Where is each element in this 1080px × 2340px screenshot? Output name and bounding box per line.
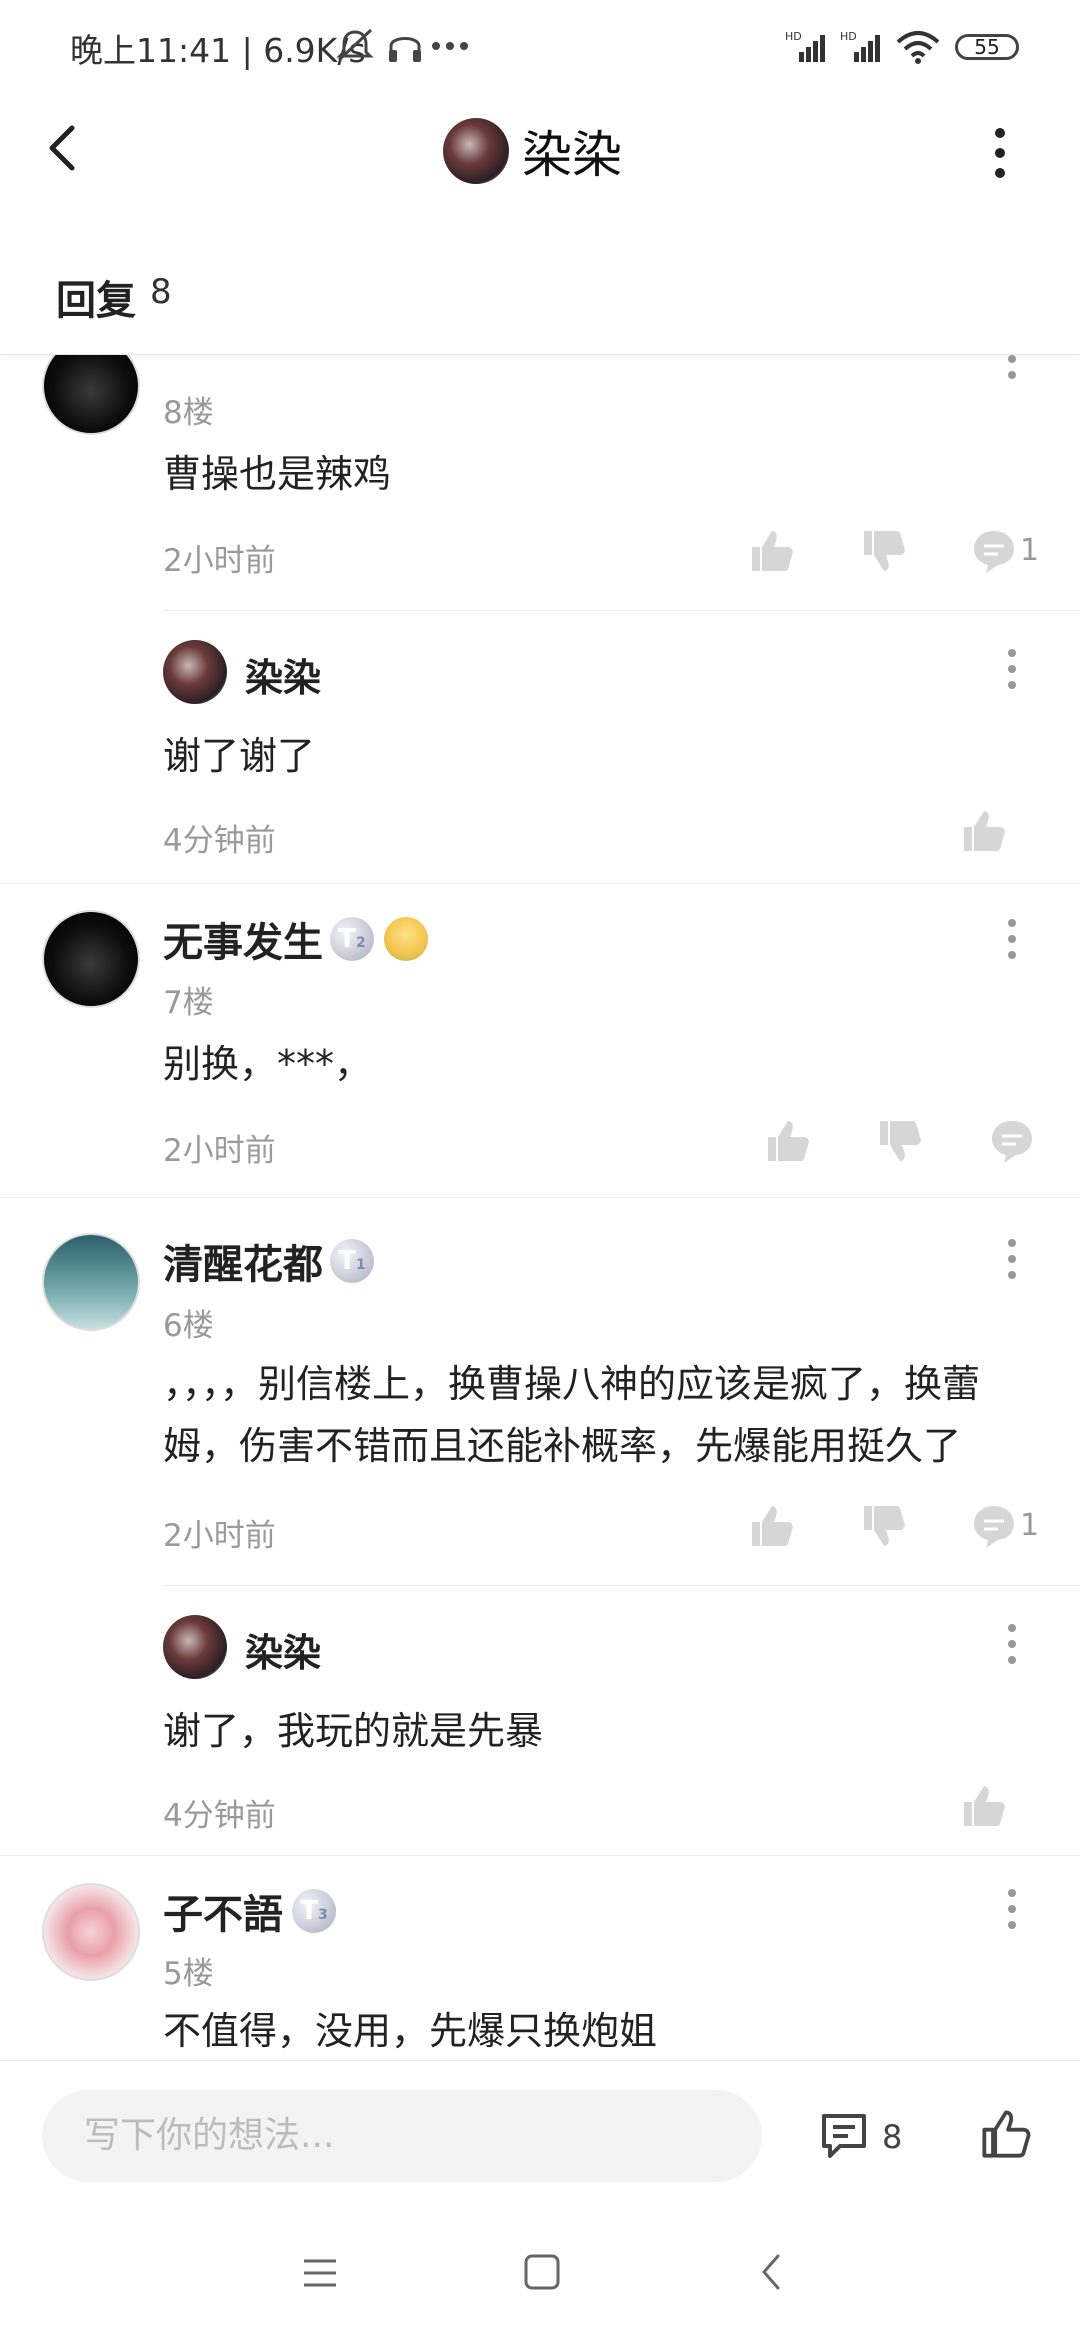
reply-count: 1 xyxy=(1020,1508,1040,1543)
divider xyxy=(163,610,1080,611)
avatar[interactable] xyxy=(42,1233,140,1331)
username[interactable]: 清醒花都 xyxy=(163,1232,323,1290)
username[interactable]: 染染 xyxy=(245,1622,321,1677)
reply-bubble-icon[interactable] xyxy=(970,527,1018,575)
comment-count: 8 xyxy=(882,2118,903,2156)
reply-bubble-icon[interactable] xyxy=(970,1502,1018,1550)
avatar[interactable] xyxy=(42,1883,140,1981)
level-badge: T2 xyxy=(330,917,374,961)
comment-list[interactable]: 8楼 曹操也是辣鸡 2小时前 1 染染 谢了谢了 4分钟前 无事发生 T2 7楼… xyxy=(0,355,1080,2060)
back-icon[interactable] xyxy=(38,122,90,174)
like-icon[interactable] xyxy=(960,807,1008,855)
wifi-icon xyxy=(896,31,940,64)
status-bar: 晚上11:41 | 6.9K/s HD HD 55 xyxy=(0,0,1080,90)
title-avatar[interactable] xyxy=(443,118,509,184)
divider xyxy=(0,1197,1080,1198)
comment-text: 曹操也是辣鸡 xyxy=(163,452,392,496)
like-icon[interactable] xyxy=(748,527,796,575)
dislike-icon[interactable] xyxy=(860,1502,908,1550)
back-nav-icon[interactable] xyxy=(752,2252,792,2292)
mute-icon xyxy=(336,28,374,62)
floor-label: 6楼 xyxy=(163,1308,214,1344)
page-title: 染染 xyxy=(522,126,622,184)
dislike-icon[interactable] xyxy=(860,527,908,575)
like-icon[interactable] xyxy=(960,1782,1008,1830)
comment-more-icon[interactable] xyxy=(1002,1885,1022,1933)
comment-text: ，，，，别信楼上，换曹操八神的应该是疯了，换蕾姆，伤害不错而且还能补概率，先爆能… xyxy=(163,1362,981,1468)
comment-more-icon[interactable] xyxy=(1002,1235,1022,1283)
reply-bubble-icon[interactable] xyxy=(988,1117,1036,1165)
floor-label: 7楼 xyxy=(163,985,214,1021)
more-status-icon xyxy=(432,42,468,50)
floor-label: 5楼 xyxy=(163,1956,214,1992)
comment-text: 谢了谢了 xyxy=(163,734,316,778)
like-icon[interactable] xyxy=(764,1117,812,1165)
comment-input[interactable] xyxy=(42,2090,762,2182)
comment-more-icon[interactable] xyxy=(1002,355,1022,383)
username[interactable]: 子不語 xyxy=(163,1882,283,1940)
comment-time: 4分钟前 xyxy=(163,823,276,859)
comment-icon[interactable] xyxy=(818,2110,870,2162)
avatar[interactable] xyxy=(163,640,227,704)
avatar[interactable] xyxy=(42,910,140,1008)
comment-text: 谢了，我玩的就是先暴 xyxy=(163,1709,544,1753)
reply-label: 回复 xyxy=(56,278,136,324)
comment-time: 2小时前 xyxy=(163,1133,276,1169)
comment-time: 2小时前 xyxy=(163,543,276,579)
like-icon[interactable] xyxy=(748,1502,796,1550)
divider xyxy=(0,1855,1080,1856)
dislike-icon[interactable] xyxy=(876,1117,924,1165)
floor-label: 8楼 xyxy=(163,395,214,431)
comment-more-icon[interactable] xyxy=(1002,915,1022,963)
divider xyxy=(0,883,1080,884)
svg-text:HD: HD xyxy=(785,30,802,43)
headset-icon xyxy=(389,37,421,62)
menu-nav-icon[interactable] xyxy=(300,2255,340,2291)
divider xyxy=(163,1585,1080,1586)
badge-level: 1 xyxy=(356,1257,366,1273)
status-time: 晚上11:41 | 6.9K/s xyxy=(70,31,366,70)
emoji-badge-icon xyxy=(384,917,428,961)
username[interactable]: 染染 xyxy=(245,647,321,702)
svg-text:HD: HD xyxy=(840,30,857,43)
badge-letter: T xyxy=(300,1896,318,1926)
signal-icon-2: HD xyxy=(840,30,880,62)
username[interactable]: 无事发生 xyxy=(163,910,323,968)
signal-icon-1: HD xyxy=(785,30,825,62)
avatar[interactable] xyxy=(163,1615,227,1679)
badge-level: 3 xyxy=(318,1907,328,1923)
comment-text: 不值得，没用，先爆只换炮姐 xyxy=(163,2009,658,2053)
avatar[interactable] xyxy=(42,355,140,435)
level-badge: T1 xyxy=(330,1239,374,1283)
comment-time: 2小时前 xyxy=(163,1518,276,1554)
comment-more-icon[interactable] xyxy=(1002,1620,1022,1668)
home-nav-icon[interactable] xyxy=(522,2252,562,2292)
level-badge: T3 xyxy=(292,1889,336,1933)
reply-count: 8 xyxy=(150,272,172,312)
badge-letter: T xyxy=(338,1246,356,1276)
comment-more-icon[interactable] xyxy=(1002,645,1022,693)
comment-text: 别换，***， xyxy=(163,1042,373,1086)
reply-count: 1 xyxy=(1020,533,1040,568)
badge-level: 2 xyxy=(356,935,366,951)
battery-indicator: 55 xyxy=(955,34,1019,60)
badge-letter: T xyxy=(338,924,356,954)
more-options-icon[interactable] xyxy=(990,125,1010,181)
comment-time: 4分钟前 xyxy=(163,1798,276,1834)
like-icon[interactable] xyxy=(980,2108,1032,2160)
